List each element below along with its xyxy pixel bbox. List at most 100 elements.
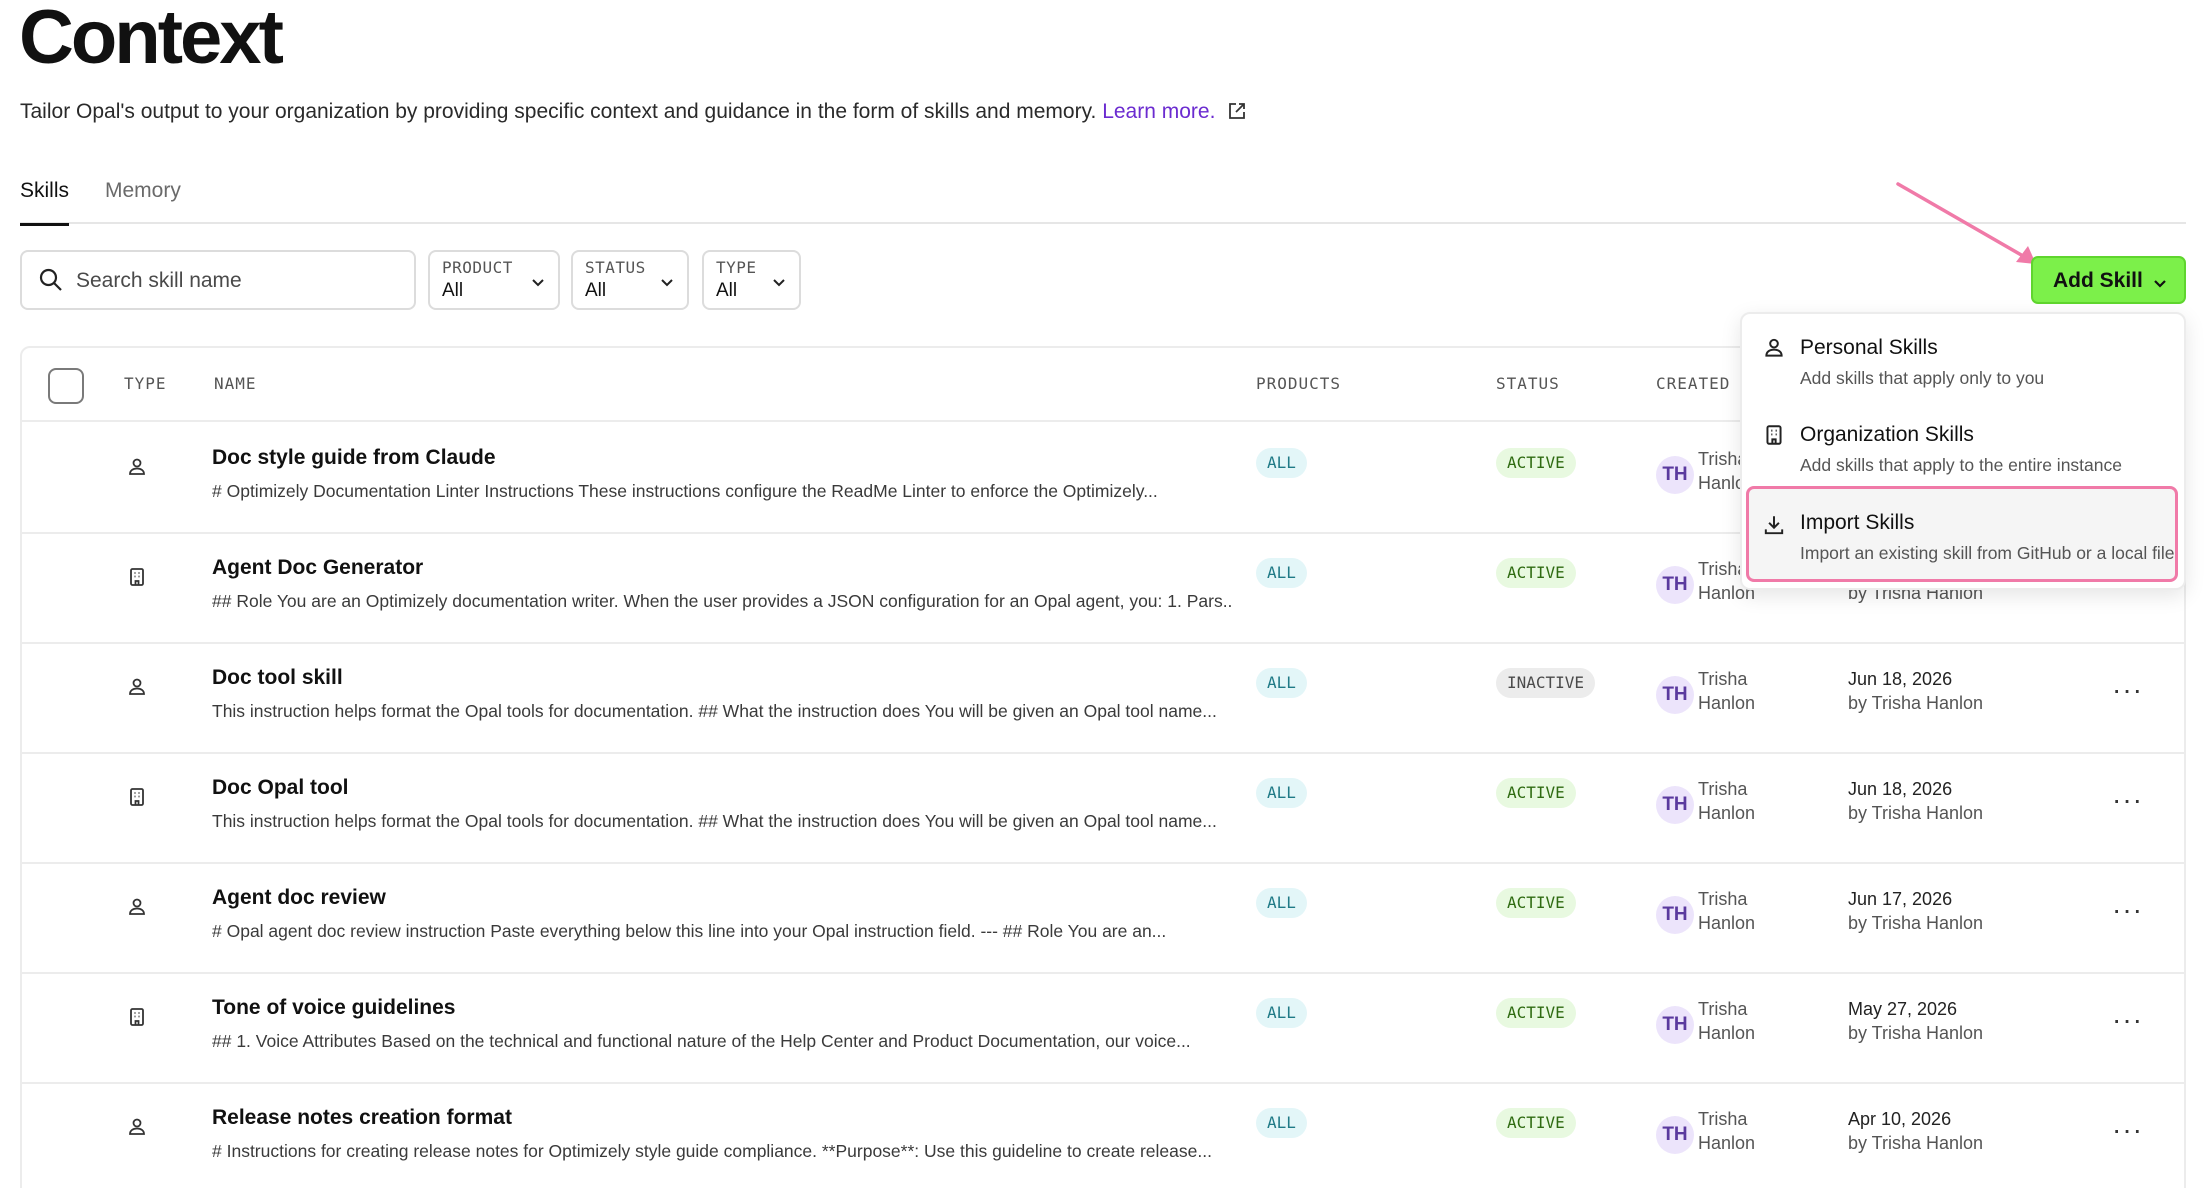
skill-name[interactable]: Release notes creation format <box>212 1106 512 1130</box>
download-icon <box>1762 513 1786 542</box>
status-badge: ACTIVE <box>1496 1108 1576 1138</box>
created-date: May 27, 2026 <box>1848 999 1958 1019</box>
menu-item-description: Add skills that apply to the entire inst… <box>1800 455 2122 475</box>
skill-name[interactable]: Doc tool skill <box>212 666 343 690</box>
product-filter[interactable]: PRODUCT All <box>428 250 560 310</box>
chevron-down-icon <box>2152 274 2168 298</box>
column-type[interactable]: TYPE <box>124 374 167 393</box>
chevron-down-icon <box>659 274 675 295</box>
select-all-checkbox[interactable] <box>48 368 84 404</box>
type-filter[interactable]: TYPE All <box>702 250 801 310</box>
skill-name[interactable]: Tone of voice guidelines <box>212 996 455 1020</box>
created-by: by Trisha Hanlon <box>1848 1023 1984 1043</box>
avatar: TH <box>1656 676 1694 714</box>
avatar: TH <box>1656 566 1694 604</box>
skill-description: # Optimizely Documentation Linter Instru… <box>212 481 1158 501</box>
created-by: by Trisha Hanlon <box>1848 803 1984 823</box>
product-badge: ALL <box>1256 668 1307 698</box>
menu-item-personal-skills[interactable]: Personal Skills Add skills that apply on… <box>1742 314 2184 400</box>
status-badge: INACTIVE <box>1496 668 1596 698</box>
table-row[interactable]: Tone of voice guidelines ## 1. Voice Att… <box>22 974 2184 1084</box>
subtitle-text: Tailor Opal's output to your organizatio… <box>20 100 1097 123</box>
created-date: Jun 18, 2026 <box>1848 669 1953 689</box>
column-products[interactable]: PRODUCTS <box>1256 374 1341 393</box>
building-icon <box>126 1006 148 1033</box>
product-filter-label: PRODUCT <box>442 258 513 277</box>
avatar: TH <box>1656 896 1694 934</box>
column-created[interactable]: CREATED <box>1656 374 1730 393</box>
skill-name[interactable]: Agent Doc Generator <box>212 556 423 580</box>
product-badge: ALL <box>1256 778 1307 808</box>
column-status[interactable]: STATUS <box>1496 374 1560 393</box>
created-date: Jun 17, 2026 <box>1848 889 1953 909</box>
product-badge: ALL <box>1256 998 1307 1028</box>
more-options-icon[interactable]: ··· <box>2112 1004 2143 1036</box>
type-filter-label: TYPE <box>716 258 757 277</box>
column-name[interactable]: NAME <box>214 374 257 393</box>
created-by: by Trisha Hanlon <box>1848 693 1984 713</box>
skill-description: ## 1. Voice Attributes Based on the tech… <box>212 1031 1191 1051</box>
product-badge: ALL <box>1256 1108 1307 1138</box>
add-skill-button[interactable]: Add Skill <box>2031 256 2186 304</box>
building-icon <box>126 786 148 813</box>
status-filter-label: STATUS <box>585 258 646 277</box>
skill-name[interactable]: Doc Opal tool <box>212 776 349 800</box>
chevron-down-icon <box>771 274 787 295</box>
search-box <box>20 250 416 310</box>
product-filter-value: All <box>442 280 464 301</box>
status-badge: ACTIVE <box>1496 448 1576 478</box>
avatar: TH <box>1656 1006 1694 1044</box>
avatar: TH <box>1656 786 1694 824</box>
skill-name[interactable]: Doc style guide from Claude <box>212 446 496 470</box>
person-icon <box>126 896 148 923</box>
table-row[interactable]: Doc Opal tool This instruction helps for… <box>22 754 2184 864</box>
menu-item-title: Import Skills <box>1800 511 1915 534</box>
more-options-icon[interactable]: ··· <box>2112 1114 2143 1146</box>
skill-name[interactable]: Agent doc review <box>212 886 386 910</box>
add-skill-menu: Personal Skills Add skills that apply on… <box>1740 312 2186 590</box>
table-row[interactable]: Doc tool skill This instruction helps fo… <box>22 644 2184 754</box>
person-icon <box>126 456 148 483</box>
person-icon <box>1762 336 1786 365</box>
created-by: by Trisha Hanlon <box>1848 913 1984 933</box>
tab-memory[interactable]: Memory <box>105 178 181 224</box>
table-row[interactable]: Release notes creation format # Instruct… <box>22 1084 2184 1188</box>
external-link-icon[interactable] <box>1227 101 1247 129</box>
menu-item-title: Organization Skills <box>1800 423 1974 446</box>
chevron-down-icon <box>530 274 546 295</box>
page-title: Context <box>19 0 284 80</box>
status-filter[interactable]: STATUS All <box>571 250 689 310</box>
creator-name: Trisha Hanlon <box>1698 1109 1756 1153</box>
search-input[interactable] <box>76 266 396 296</box>
status-badge: ACTIVE <box>1496 888 1576 918</box>
menu-item-organization-skills[interactable]: Organization Skills Add skills that appl… <box>1742 401 2184 487</box>
learn-more-link[interactable]: Learn more. <box>1102 100 1215 123</box>
table-row[interactable]: Agent doc review # Opal agent doc review… <box>22 864 2184 974</box>
tab-skills[interactable]: Skills <box>20 178 70 226</box>
menu-item-import-skills[interactable]: Import Skills Import an existing skill f… <box>1746 486 2178 582</box>
created-date: Apr 10, 2026 <box>1848 1109 1952 1129</box>
creator-name: Trisha Hanlon <box>1698 669 1756 713</box>
created-date: Jun 18, 2026 <box>1848 779 1953 799</box>
menu-item-description: Import an existing skill from GitHub or … <box>1800 543 2175 563</box>
skill-description: # Opal agent doc review instruction Past… <box>212 921 1167 941</box>
more-options-icon[interactable]: ··· <box>2112 784 2143 816</box>
person-icon <box>126 676 148 703</box>
status-badge: ACTIVE <box>1496 998 1576 1028</box>
type-filter-value: All <box>716 280 738 301</box>
more-options-icon[interactable]: ··· <box>2112 674 2143 706</box>
person-icon <box>126 1116 148 1143</box>
tab-bar: Skills Memory <box>20 178 2186 226</box>
add-skill-label: Add Skill <box>2053 269 2143 292</box>
product-badge: ALL <box>1256 558 1307 588</box>
creator-name: Trisha Hanlon <box>1698 779 1756 823</box>
creator-name: Trisha Hanlon <box>1698 889 1756 933</box>
skill-description: ## Role You are an Optimizely documentat… <box>212 591 1232 611</box>
product-badge: ALL <box>1256 888 1307 918</box>
creator-name: Trisha Hanlon <box>1698 999 1756 1043</box>
skill-description: This instruction helps format the Opal t… <box>212 811 1217 831</box>
avatar: TH <box>1656 456 1694 494</box>
status-badge: ACTIVE <box>1496 778 1576 808</box>
more-options-icon[interactable]: ··· <box>2112 894 2143 926</box>
building-icon <box>126 566 148 593</box>
